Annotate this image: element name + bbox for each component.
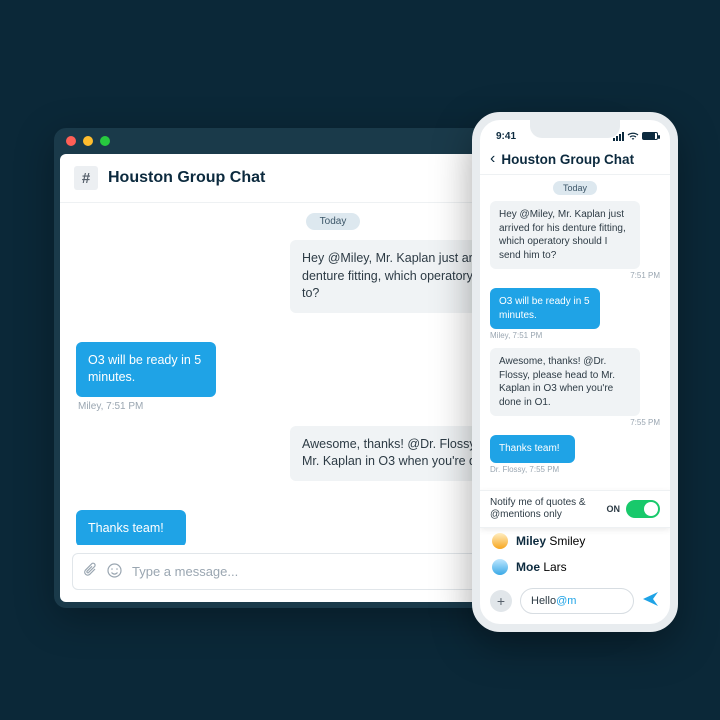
- phone-notch: [530, 120, 620, 138]
- wifi-icon: [627, 132, 639, 141]
- message-outgoing: O3 will be ready in 5 minutes.: [490, 288, 600, 329]
- message-outgoing: Thanks team!: [76, 510, 186, 546]
- message-outgoing: O3 will be ready in 5 minutes.: [76, 342, 216, 397]
- maximize-icon[interactable]: [100, 136, 110, 146]
- message-timestamp: 7:55 PM: [490, 418, 660, 427]
- phone-composer: + Hello @m: [480, 580, 670, 624]
- battery-icon: [642, 132, 658, 140]
- add-attachment-button[interactable]: +: [490, 590, 512, 612]
- notification-state: ON: [607, 504, 621, 514]
- channel-hash-icon: #: [74, 166, 98, 190]
- phone-chat-title: Houston Group Chat: [501, 152, 634, 167]
- phone-chat-header: ‹ Houston Group Chat: [480, 146, 670, 175]
- close-icon[interactable]: [66, 136, 76, 146]
- notification-toggle[interactable]: [626, 500, 660, 518]
- attach-icon[interactable]: [83, 562, 97, 581]
- mention-suggestion[interactable]: Miley Smiley: [480, 528, 670, 554]
- message-outgoing: Thanks team!: [490, 435, 575, 463]
- emoji-icon[interactable]: [107, 563, 122, 581]
- avatar: [492, 533, 508, 549]
- phone-message-list: Today Hey @Miley, Mr. Kaplan just arrive…: [480, 175, 670, 490]
- mention-suggestion[interactable]: Moe Lars: [480, 554, 670, 580]
- notification-label: Notify me of quotes & @mentions only: [490, 497, 607, 521]
- status-clock: 9:41: [496, 131, 516, 142]
- back-icon[interactable]: ‹: [490, 150, 495, 168]
- send-button[interactable]: [642, 591, 660, 612]
- avatar: [492, 559, 508, 575]
- date-separator: Today: [306, 213, 361, 230]
- minimize-icon[interactable]: [83, 136, 93, 146]
- message-meta: Miley, 7:51 PM: [490, 331, 660, 340]
- date-separator: Today: [553, 181, 597, 195]
- chat-title: Houston Group Chat: [108, 169, 493, 187]
- phone-mock: 9:41 ‹ Houston Group Chat Today Hey @Mil…: [472, 112, 678, 632]
- message-timestamp: 7:51 PM: [490, 271, 660, 280]
- message-incoming: Hey @Miley, Mr. Kaplan just arrived for …: [490, 201, 640, 269]
- notification-toggle-row: Notify me of quotes & @mentions only ON: [480, 490, 670, 528]
- message-incoming: Awesome, thanks! @Dr. Flossy, please hea…: [490, 348, 640, 416]
- message-meta: Dr. Flossy, 7:55 PM: [490, 465, 660, 474]
- phone-text-input[interactable]: Hello @m: [520, 588, 634, 614]
